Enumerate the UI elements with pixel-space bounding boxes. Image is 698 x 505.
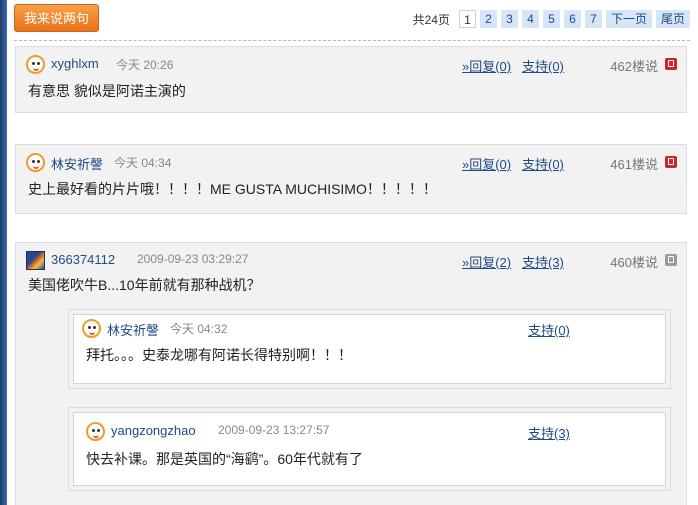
page-link-4[interactable]: 4: [521, 10, 539, 28]
comment-text: 史上最好看的片片哦！！！！ME GUSTA MUCHISIMO！！！！！: [28, 181, 437, 197]
last-page-link[interactable]: 尾页: [655, 10, 690, 28]
comment-username[interactable]: xyghlxm: [51, 56, 99, 71]
nested-reply-body: yangzongzhao 2009-09-23 13:27:57 支持(3) 快…: [73, 412, 666, 486]
floor-number: 461楼说: [610, 157, 658, 172]
comment-text: 美国佬吹牛B...10年前就有那种战机？: [28, 277, 261, 293]
nested-reply-time: 2009-09-23 13:27:57: [218, 423, 330, 437]
next-page-link[interactable]: 下一页: [605, 10, 652, 28]
smiley-avatar-icon[interactable]: [82, 319, 101, 338]
photo-avatar-icon[interactable]: [26, 251, 45, 270]
floor-badge-icon: [665, 156, 677, 168]
post-comment-button[interactable]: 我来说两句: [14, 4, 99, 32]
reply-link[interactable]: »回复(0): [462, 56, 511, 75]
comment-time: 2009-09-23 03:29:27: [137, 252, 249, 266]
page-link-3[interactable]: 3: [500, 10, 518, 28]
comment-header: xyghlxm 今天 20:26 »回复(0) 支持(0) 462楼说: [26, 55, 678, 75]
floor-number: 462楼说: [610, 59, 658, 74]
support-link[interactable]: 支持(0): [522, 56, 564, 75]
nested-reply-text: 快去补课。那是英国的“海鹞”。60年代就有了: [86, 451, 363, 467]
nested-reply-username[interactable]: yangzongzhao: [111, 423, 196, 438]
comment-card: 366374112 2009-09-23 03:29:27 »回复(2) 支持(…: [15, 242, 687, 505]
support-link[interactable]: 支持(3): [522, 252, 564, 271]
page-link-1[interactable]: 1: [458, 10, 476, 28]
dashed-divider: [14, 40, 690, 41]
page-total: 共24页: [412, 12, 450, 27]
comment-username[interactable]: 林安祈謦: [51, 154, 103, 173]
comment-header: 林安祈謦 今天 04:34 »回复(0) 支持(0) 461楼说: [26, 153, 678, 173]
floor-number: 460楼说: [610, 255, 658, 270]
reply-link[interactable]: »回复(2): [462, 252, 511, 271]
comment-toolbar: 我来说两句 共24页 1 2 3 4 5 6 7 下一页 尾页: [14, 4, 690, 34]
reply-link[interactable]: »回复(0): [462, 154, 511, 173]
comment-header: 366374112 2009-09-23 03:29:27 »回复(2) 支持(…: [26, 251, 678, 271]
smiley-avatar-icon[interactable]: [26, 153, 45, 172]
smiley-avatar-icon[interactable]: [86, 422, 105, 441]
smiley-avatar-icon[interactable]: [26, 55, 45, 74]
nested-reply-username[interactable]: 林安祈謦: [107, 320, 159, 339]
comment-card: 林安祈謦 今天 04:34 »回复(0) 支持(0) 461楼说 史上最好看的片…: [15, 144, 687, 214]
comment-time: 今天 04:34: [114, 156, 172, 170]
nested-reply-body: 林安祈謦 今天 04:32 支持(0) 拜托。。。史泰龙哪有阿诺长得特别啊！！！: [73, 314, 666, 384]
comment-username[interactable]: 366374112: [51, 252, 115, 267]
comment-text: 有意思 貌似是阿诺主演的: [28, 83, 186, 99]
support-link[interactable]: 支持(0): [528, 320, 570, 339]
comment-time: 今天 20:26: [116, 58, 174, 72]
nested-reply: 林安祈謦 今天 04:32 支持(0) 拜托。。。史泰龙哪有阿诺长得特别啊！！！: [68, 309, 671, 389]
nested-reply: yangzongzhao 2009-09-23 13:27:57 支持(3) 快…: [68, 407, 671, 491]
floor-badge-icon: [665, 254, 677, 266]
comment-card: xyghlxm 今天 20:26 »回复(0) 支持(0) 462楼说 有意思 …: [15, 46, 687, 113]
page-link-7[interactable]: 7: [584, 10, 602, 28]
floor-badge-icon: [665, 58, 677, 70]
page-link-5[interactable]: 5: [542, 10, 560, 28]
support-link[interactable]: 支持(0): [522, 154, 564, 173]
nested-reply-header: 林安祈謦 今天 04:32 支持(0): [82, 319, 657, 339]
pagination: 共24页 1 2 3 4 5 6 7 下一页 尾页: [413, 9, 690, 29]
nested-reply-time: 今天 04:32: [170, 322, 228, 336]
left-edge-bar: [0, 0, 7, 505]
page-link-6[interactable]: 6: [563, 10, 581, 28]
support-link[interactable]: 支持(3): [528, 423, 570, 442]
nested-reply-header: yangzongzhao 2009-09-23 13:27:57 支持(3): [86, 422, 657, 442]
page-link-2[interactable]: 2: [479, 10, 497, 28]
nested-reply-text: 拜托。。。史泰龙哪有阿诺长得特别啊！！！: [86, 347, 352, 363]
